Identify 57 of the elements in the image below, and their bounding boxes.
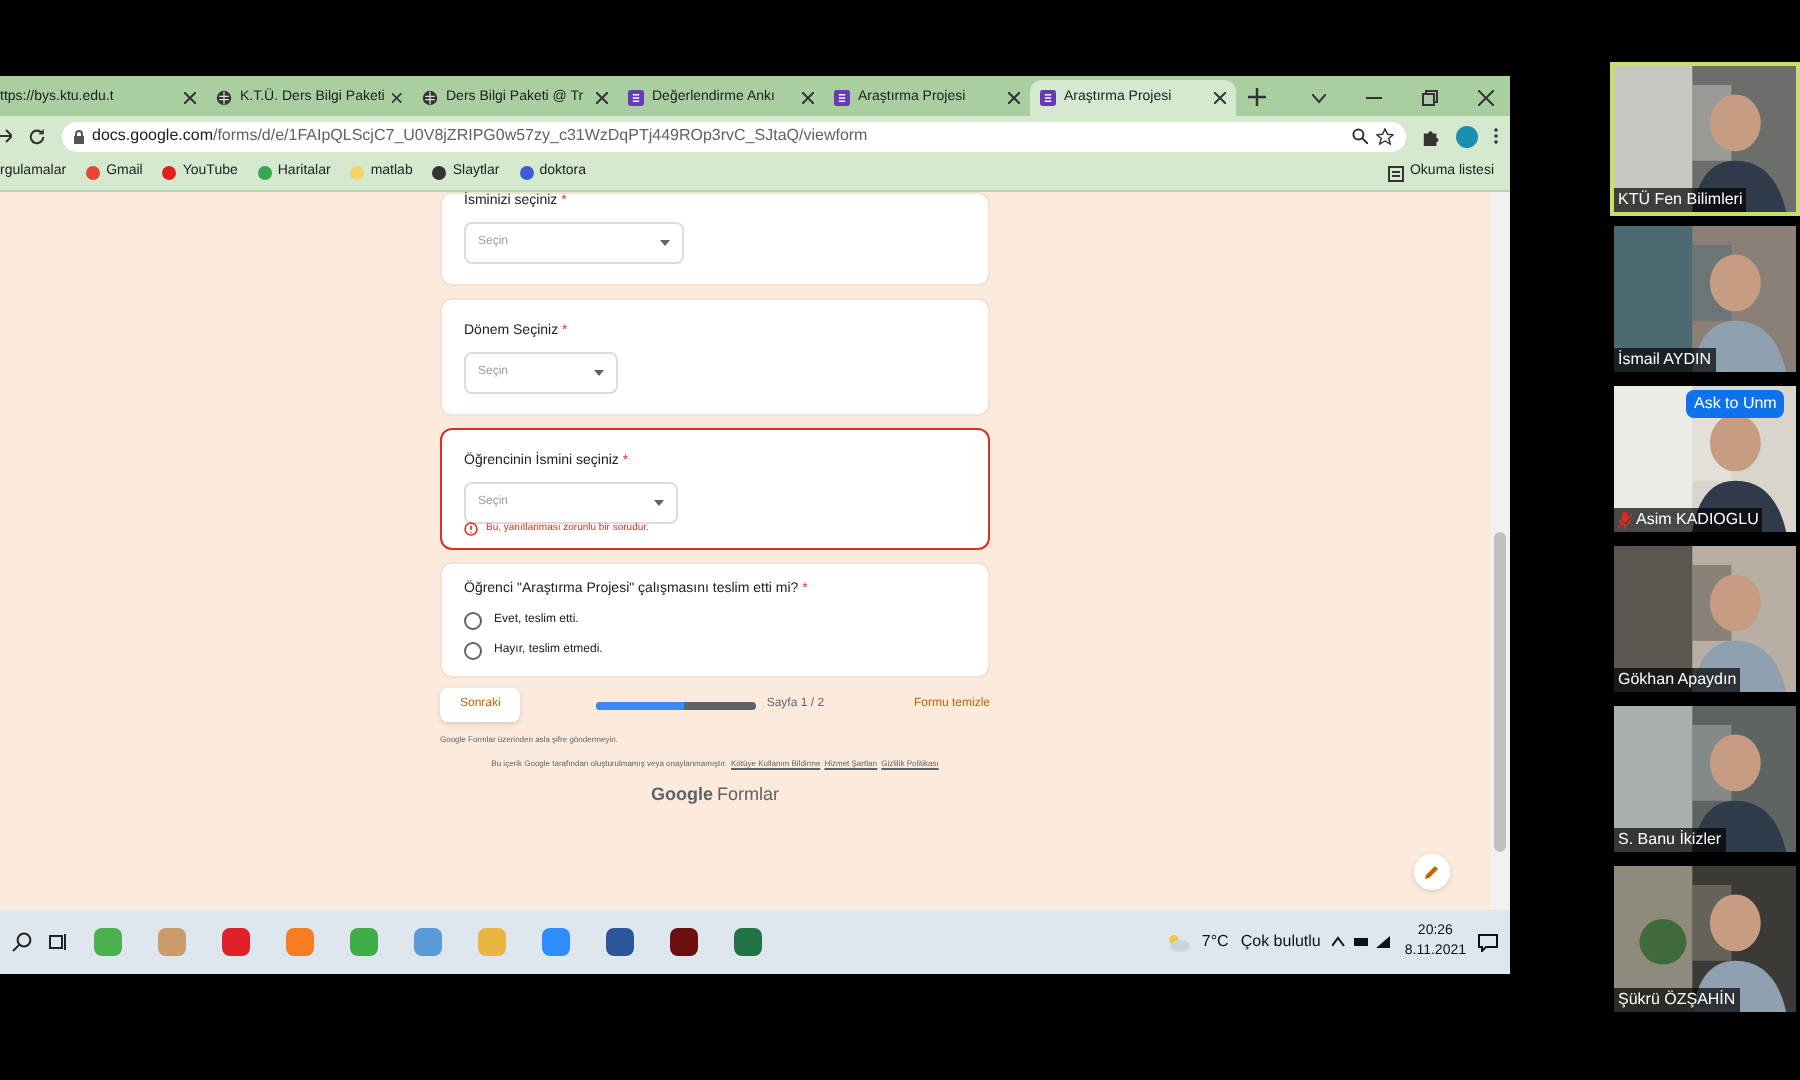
tab-search-icon[interactable]	[1312, 93, 1326, 103]
temperature: 7°C	[1201, 930, 1229, 954]
participant-name: Asim KADIOGLU	[1636, 508, 1759, 532]
puzzle-icon[interactable]	[1422, 127, 1440, 145]
participant-name: Gökhan Apaydın	[1618, 668, 1737, 692]
close-icon[interactable]	[596, 92, 608, 104]
minimize-icon[interactable]	[1366, 96, 1382, 100]
weather-text: Çok bulutlu	[1240, 930, 1321, 954]
search-icon[interactable]	[12, 932, 32, 952]
bookmark-icon	[162, 166, 177, 180]
form-icon	[1040, 90, 1056, 106]
radio-button[interactable]	[464, 612, 482, 630]
profile-avatar[interactable]	[1456, 125, 1478, 147]
reading-list-icon	[1387, 165, 1404, 181]
participant-name: İsmail AYDIN	[1618, 348, 1712, 372]
caret-icon	[654, 500, 664, 506]
close-icon[interactable]	[802, 92, 814, 104]
form-icon	[628, 90, 644, 106]
edit-button[interactable]	[1414, 854, 1450, 890]
reload-icon[interactable]	[28, 127, 46, 145]
pencil-icon	[1424, 864, 1440, 880]
new-tab-icon[interactable]	[1248, 88, 1266, 106]
cloud-icon	[1165, 933, 1190, 951]
caret-icon	[660, 240, 670, 246]
bookmark-icon	[86, 166, 101, 180]
bookmark-icon	[519, 166, 534, 180]
forward-icon[interactable]	[0, 128, 12, 144]
star-icon[interactable]	[1376, 127, 1394, 145]
radio-button[interactable]	[464, 642, 482, 660]
address-bar[interactable]: docs.google.com/forms/d/e/1FAIpQLScjC7_U0V8jZRIPG0w57zy_c31WzDqPTj449ROp3rvC_SJtaQ/viewform	[62, 121, 1406, 151]
error-icon	[464, 522, 478, 537]
zoom-icon[interactable]	[1352, 128, 1368, 144]
taskbar-app-icon[interactable]	[670, 928, 698, 956]
bookmark-icon	[350, 166, 365, 180]
caret-icon	[594, 370, 604, 376]
form-icon	[834, 90, 850, 106]
taskbar-app-icon[interactable]	[734, 928, 762, 956]
close-icon[interactable]	[184, 92, 196, 104]
google-logo: Google	[651, 782, 713, 808]
bookmark-icon	[432, 166, 447, 180]
bookmark-icon	[257, 166, 272, 180]
close-window-icon[interactable]	[1478, 90, 1494, 106]
forms-logo-text: Formlar	[717, 782, 779, 808]
taskbar-app-icon[interactable]	[606, 928, 634, 956]
participant-name: KTÜ Fen Bilimleri	[1618, 188, 1743, 212]
notification-icon[interactable]	[1478, 933, 1498, 951]
ask-to-unmute-button[interactable]: Ask to Unm	[1686, 390, 1785, 418]
close-icon[interactable]	[392, 92, 402, 104]
lock-icon	[74, 129, 84, 143]
globe-icon	[216, 90, 232, 106]
restore-icon[interactable]	[1422, 90, 1438, 106]
task-view-icon[interactable]	[48, 932, 68, 952]
participant-name: Şükrü ÖZŞAHİN	[1618, 988, 1736, 1012]
participant-name: S. Banu İkizler	[1618, 828, 1722, 852]
globe-icon	[422, 90, 438, 106]
close-icon[interactable]	[1008, 92, 1020, 104]
close-icon[interactable]	[1214, 92, 1226, 104]
